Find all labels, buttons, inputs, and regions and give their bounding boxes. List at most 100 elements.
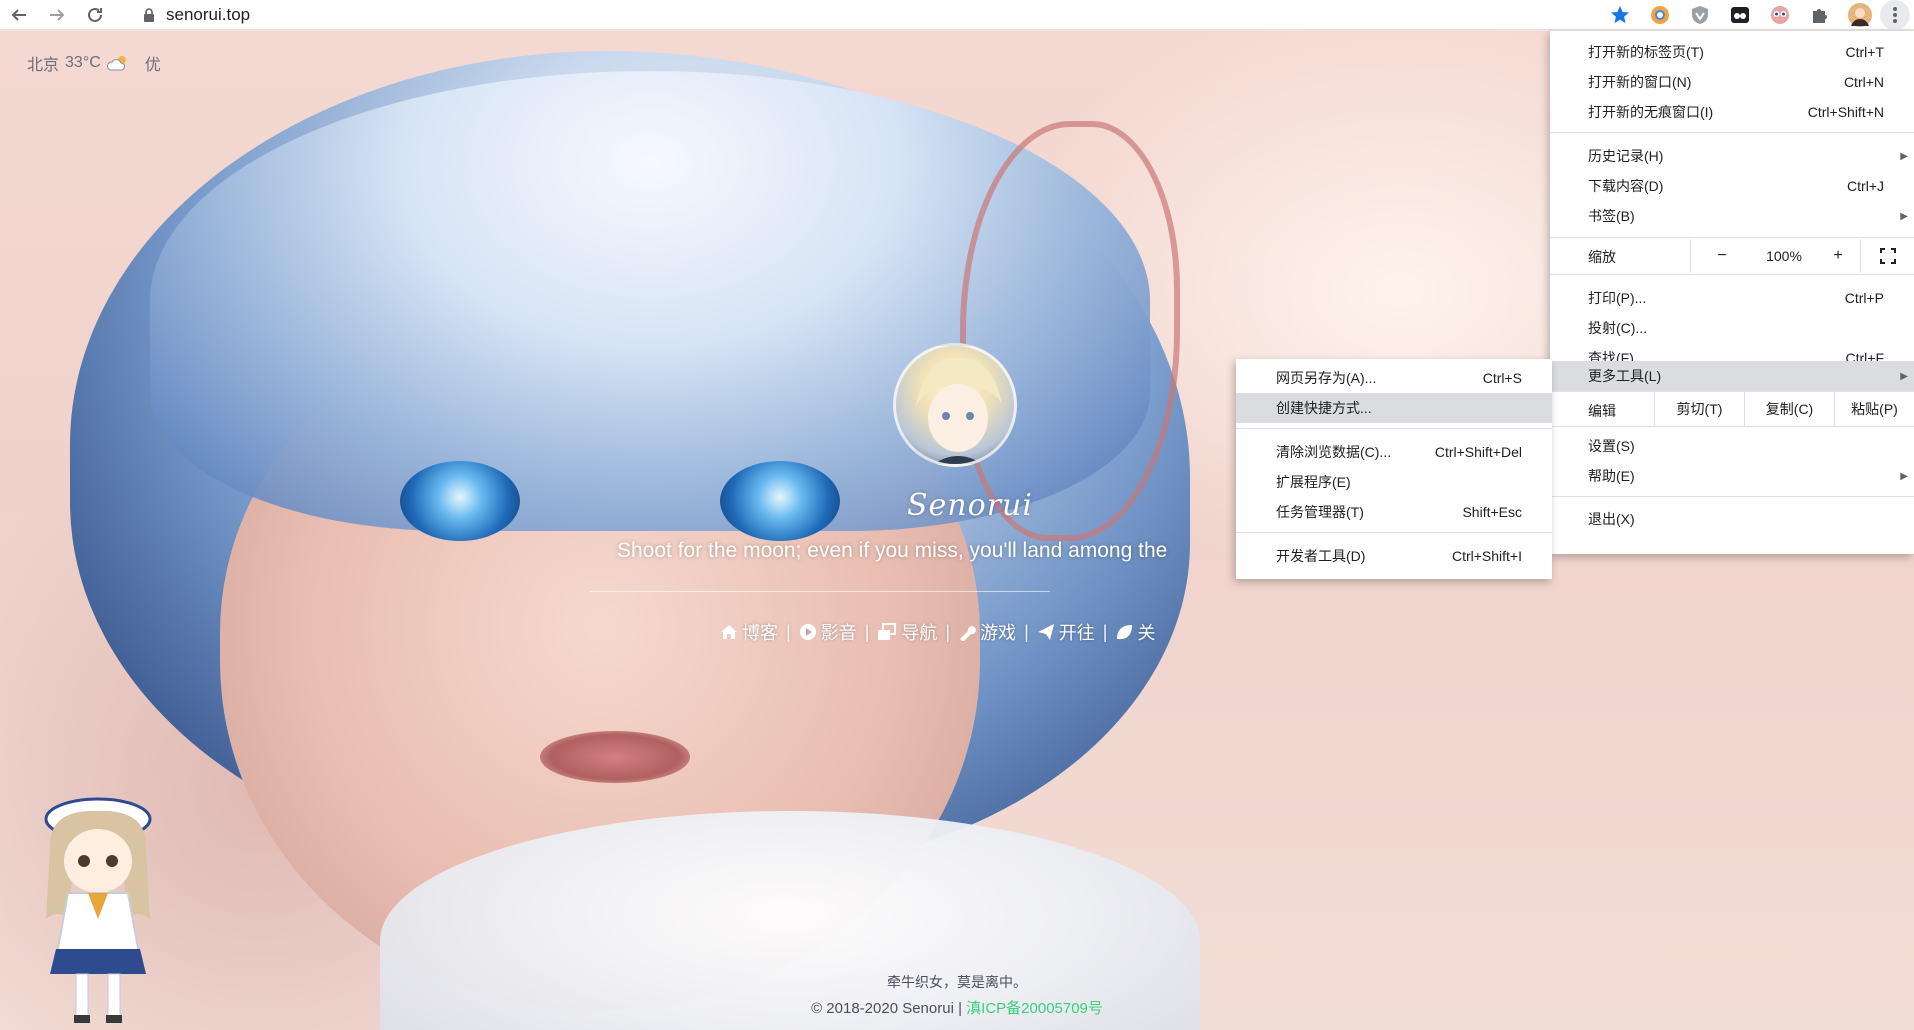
chrome-extension-button[interactable] [1640, 0, 1680, 30]
menu-item-exit[interactable]: 退出(X) [1550, 504, 1914, 534]
nav-link-travel[interactable]: 开往 [1037, 619, 1095, 645]
menu-item-shortcut: Ctrl+N [1843, 74, 1884, 90]
paste-button[interactable]: 粘贴(P) [1834, 392, 1914, 426]
menu-item-label: 更多工具(L) [1588, 368, 1662, 384]
menu-separator [1236, 428, 1552, 429]
menu-zoom-row: 缩放 − 100% + [1550, 239, 1914, 273]
submenu-arrow-icon: ▶ [1900, 370, 1908, 382]
menu-separator [1550, 496, 1914, 497]
menu-item-history[interactable]: 历史记录(H) ▶ [1550, 141, 1914, 171]
menu-item-more-tools[interactable]: 更多工具(L) ▶ [1550, 361, 1914, 391]
artwork-ribbon [960, 121, 1180, 541]
bookmark-star-icon [1611, 6, 1629, 23]
menu-item-task-manager[interactable]: 任务管理器(T) Shift+Esc [1236, 497, 1552, 527]
reload-button[interactable] [76, 0, 114, 30]
menu-item-print[interactable]: 打印(P)... Ctrl+P [1550, 283, 1914, 313]
forward-button[interactable] [38, 0, 76, 30]
footer-icp-link[interactable]: 滇ICP备20005709号 [966, 1000, 1103, 1017]
menu-item-label: 打印(P)... [1588, 290, 1647, 306]
chrome-main-menu: 打开新的标签页(T) Ctrl+T 打开新的窗口(N) Ctrl+N 打开新的无… [1550, 31, 1914, 554]
site-nav-links: 博客 | 影音 | 导航 | 游戏 | 开往 | 关 [720, 619, 1155, 645]
menu-item-shortcut: Ctrl+Shift+N [1807, 104, 1884, 120]
eyes-extension-icon [1771, 6, 1789, 24]
menu-item-settings[interactable]: 设置(S) [1550, 431, 1914, 461]
menu-item-label: 投射(C)... [1588, 320, 1648, 336]
menu-edit-row: 编辑 剪切(T) 复制(C) 粘贴(P) [1550, 392, 1914, 426]
nav-separator: | [786, 621, 791, 642]
address-bar[interactable]: senorui.top [128, 3, 1548, 27]
edit-label: 编辑 [1588, 403, 1616, 419]
footer-quote: 牵牛织女，莫是离中。 [887, 974, 1027, 990]
fullscreen-icon [1879, 248, 1896, 264]
menu-item-new-window[interactable]: 打开新的窗口(N) Ctrl+N [1550, 67, 1914, 97]
cloud-sun-icon [106, 56, 126, 71]
menu-item-shortcut: Ctrl+P [1844, 290, 1884, 306]
site-avatar[interactable] [893, 343, 1017, 467]
menu-item-save-page[interactable]: 网页另存为(A)... Ctrl+S [1236, 363, 1552, 393]
more-menu-icon [1893, 7, 1897, 23]
menu-item-label: 扩展程序(E) [1276, 474, 1351, 490]
back-button[interactable] [0, 0, 38, 30]
weather-aqi: 优 [144, 57, 161, 74]
menu-item-label: 退出(X) [1588, 511, 1635, 527]
profile-button[interactable] [1840, 0, 1880, 30]
menu-item-label: 打开新的窗口(N) [1588, 74, 1692, 90]
puzzle-extensions-icon [1813, 9, 1827, 23]
nav-separator: | [1102, 621, 1108, 642]
zoom-label: 缩放 [1588, 249, 1616, 265]
menu-item-bookmarks[interactable]: 书签(B) ▶ [1550, 201, 1914, 231]
menu-item-new-tab[interactable]: 打开新的标签页(T) Ctrl+T [1550, 37, 1914, 67]
nav-link-about[interactable]: 关 [1115, 619, 1155, 645]
more-tools-submenu: 网页另存为(A)... Ctrl+S 创建快捷方式... 清除浏览数据(C)..… [1236, 359, 1552, 579]
footer-separator: | [958, 1000, 962, 1017]
zoom-out-button[interactable]: − [1692, 239, 1752, 273]
menu-item-downloads[interactable]: 下载内容(D) Ctrl+J [1550, 171, 1914, 201]
chrome-extension-icon [1651, 6, 1669, 24]
weather-temp: 33°C [65, 54, 101, 71]
nav-link-blog[interactable]: 博客 [720, 619, 778, 645]
artwork-mouth [540, 731, 690, 783]
menu-item-shortcut: Ctrl+T [1845, 44, 1885, 60]
menu-item-cast[interactable]: 投射(C)... [1550, 313, 1914, 343]
cut-button[interactable]: 剪切(T) [1654, 392, 1744, 426]
chrome-menu-button[interactable] [1880, 0, 1910, 30]
menu-item-extensions[interactable]: 扩展程序(E) [1236, 467, 1552, 497]
artwork-right-eye [720, 461, 840, 541]
nav-separator: | [864, 621, 870, 642]
leaf-icon [1117, 625, 1133, 640]
menu-item-create-shortcut[interactable]: 创建快捷方式... [1236, 393, 1552, 423]
footer-copyright: © 2018-2020 Senorui [811, 1000, 954, 1017]
menu-item-label: 打开新的标签页(T) [1588, 44, 1704, 60]
menu-item-new-incognito-window[interactable]: 打开新的无痕窗口(I) Ctrl+Shift+N [1550, 97, 1914, 127]
paper-plane-icon [1037, 624, 1054, 640]
bookmark-star-button[interactable] [1600, 0, 1640, 30]
browser-toolbar: senorui.top [0, 0, 1914, 30]
shield-extension-button[interactable] [1680, 0, 1720, 30]
copy-button[interactable]: 复制(C) [1744, 392, 1834, 426]
menu-separator [1550, 274, 1914, 275]
menu-item-clear-browsing-data[interactable]: 清除浏览数据(C)... Ctrl+Shift+Del [1236, 437, 1552, 467]
nav-separator: | [945, 621, 951, 642]
fullscreen-button[interactable] [1861, 239, 1914, 273]
arrow-left-icon [11, 8, 26, 21]
extensions-bar [1600, 0, 1914, 30]
mascot-character[interactable] [28, 789, 168, 1027]
nav-link-games[interactable]: 游戏 [958, 619, 1016, 645]
content-divider [590, 591, 1050, 592]
zoom-in-button[interactable]: + [1816, 239, 1860, 273]
menu-item-help[interactable]: 帮助(E) ▶ [1550, 461, 1914, 491]
menu-item-label: 打开新的无痕窗口(I) [1588, 104, 1714, 120]
extensions-button[interactable] [1800, 0, 1840, 30]
eyes-extension-button[interactable] [1760, 0, 1800, 30]
menu-item-shortcut: Ctrl+Shift+Del [1434, 444, 1522, 460]
menu-item-developer-tools[interactable]: 开发者工具(D) Ctrl+Shift+I [1236, 541, 1552, 571]
nav-link-label: 博客 [742, 623, 778, 643]
site-motto: Shoot for the moon; even if you miss, yo… [617, 539, 1168, 562]
url-text: senorui.top [166, 5, 251, 24]
wrench-icon [960, 626, 976, 641]
nav-link-navigation[interactable]: 导航 [877, 619, 937, 645]
play-circle-icon [799, 624, 816, 640]
weather-widget: 北京 33°C 优 [27, 51, 161, 75]
nav-link-media[interactable]: 影音 [799, 619, 857, 645]
media-extension-button[interactable] [1720, 0, 1760, 30]
